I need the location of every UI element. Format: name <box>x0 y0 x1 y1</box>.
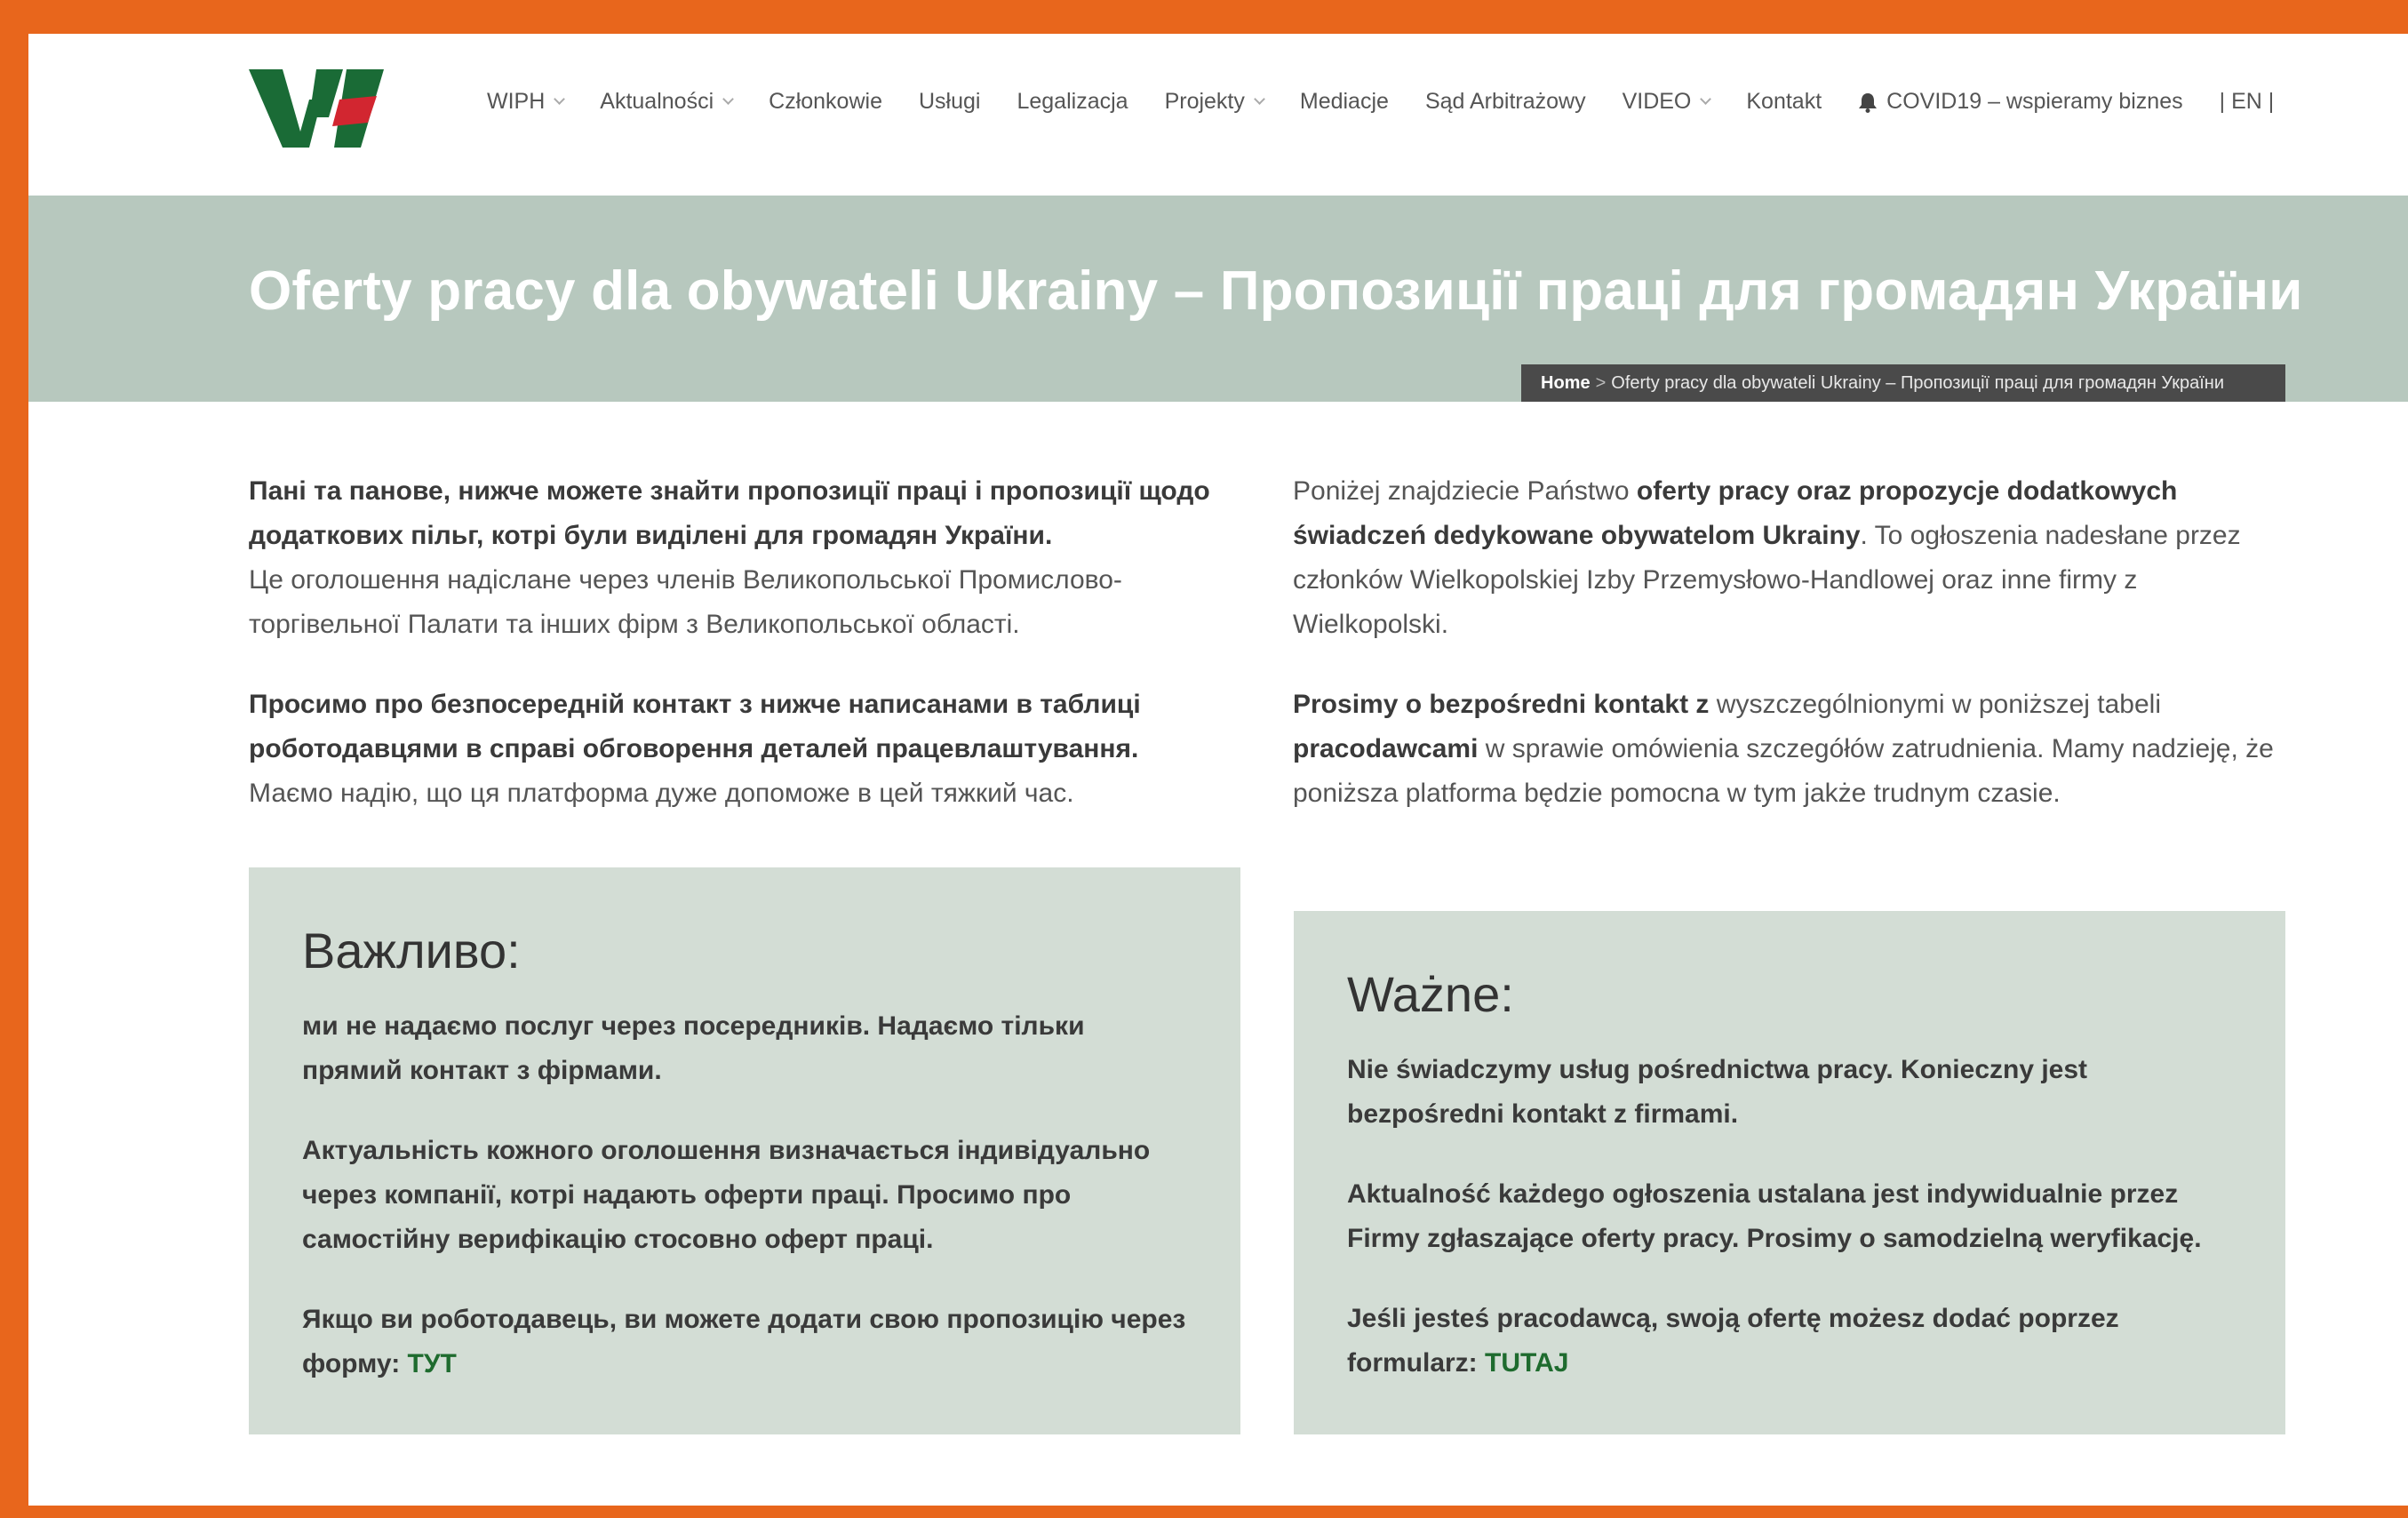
nav-item-covid19[interactable]: COVID19 – wspieramy biznes <box>1858 89 2183 115</box>
wiph-logo-icon[interactable] <box>247 64 389 149</box>
breadcrumb-home-link[interactable]: Home <box>1541 373 1591 394</box>
nav-item-wiph[interactable]: WIPH <box>487 89 566 115</box>
nav-item-kontakt[interactable]: Kontakt <box>1746 89 1822 115</box>
intro-polish: Poniżej znajdziecie Państwo oferty pracy… <box>1293 469 2279 851</box>
intro-text-2: Маємо надію, що ця платформа дуже допомо… <box>249 779 1074 808</box>
important-box-ukrainian: Важливо: ми не надаємо послуг через посе… <box>249 867 1240 1434</box>
frame-top <box>0 0 2408 34</box>
chevron-down-icon <box>1254 93 1265 105</box>
nav-item-aktualnosci[interactable]: Aktualności <box>600 89 735 115</box>
chevron-down-icon <box>554 93 566 105</box>
page-title: Oferty pracy dla obywateli Ukrainy – Про… <box>249 260 2303 322</box>
add-offer-link[interactable]: TUTAJ <box>1485 1348 1568 1378</box>
nav-item-sad-arbitrazowy[interactable]: Sąd Arbitrażowy <box>1425 89 1586 115</box>
language-switch-en[interactable]: | EN | <box>2220 89 2275 115</box>
intro-text-1: Це оголошення надіслане через членів Вел… <box>249 565 1122 639</box>
important-title: Ważne: <box>1347 966 1514 1022</box>
chevron-down-icon <box>1700 93 1712 105</box>
important-text-3: Jeśli jesteś pracodawcą, swoją ofertę mo… <box>1347 1304 2119 1378</box>
frame-bottom <box>0 1506 2408 1518</box>
title-band: Oferty pracy dla obywateli Ukrainy – Про… <box>28 196 2408 402</box>
intro-paragraph-1: Poniżej znajdziecie Państwo oferty pracy… <box>1293 476 2241 639</box>
intro-paragraph-2: Просимо про безпосередній контакт з нижч… <box>249 683 1235 816</box>
breadcrumb: Home > Oferty pracy dla obywateli Ukrain… <box>1521 364 2285 402</box>
intro-bold-1: Пані та панове, нижче можете знайти проп… <box>249 476 1210 550</box>
important-text-3: Якщо ви роботодавець, ви можете додати с… <box>302 1305 1186 1378</box>
add-offer-link[interactable]: ТУТ <box>408 1349 457 1378</box>
nav-item-mediacje[interactable]: Mediacje <box>1300 89 1389 115</box>
intro-ukrainian: Пані та панове, нижче можете знайти проп… <box>249 469 1235 851</box>
important-box-polish: Ważne: Nie świadczymy usług pośrednictwa… <box>1294 911 2285 1434</box>
nav-item-video[interactable]: VIDEO <box>1623 89 1712 115</box>
intro-bold-2: Просимо про безпосередній контакт з нижч… <box>249 690 1141 763</box>
site-header: WIPH Aktualności Członkowie Usługi Legal… <box>28 34 2408 196</box>
nav-item-projekty[interactable]: Projekty <box>1165 89 1265 115</box>
bell-icon <box>1859 92 1878 113</box>
frame-left <box>0 0 28 1518</box>
intro-paragraph-2: Prosimy o bezpośredni kontakt z wyszczeg… <box>1293 690 2274 808</box>
breadcrumb-current: Oferty pracy dla obywateli Ukrainy – Про… <box>1611 372 2225 393</box>
nav-item-uslugi[interactable]: Usługi <box>919 89 980 115</box>
important-text-1: ми не надаємо послуг через посередників.… <box>302 1011 1085 1085</box>
nav-item-legalizacja[interactable]: Legalizacja <box>1017 89 1128 115</box>
important-text-2: Актуальність кожного оголошення визначає… <box>302 1136 1151 1254</box>
main-nav: WIPH Aktualności Członkowie Usługi Legal… <box>487 89 2274 115</box>
nav-item-czlonkowie[interactable]: Członkowie <box>769 89 882 115</box>
important-title: Важливо: <box>302 923 521 979</box>
intro-paragraph-1: Пані та панове, нижче можете знайти проп… <box>249 469 1235 647</box>
important-text-2: Aktualność każdego ogłoszenia ustalana j… <box>1347 1179 2202 1253</box>
breadcrumb-separator: > <box>1595 372 1607 393</box>
chevron-down-icon <box>722 93 735 105</box>
important-text-1: Nie świadczymy usług pośrednictwa pracy.… <box>1347 1055 2088 1129</box>
